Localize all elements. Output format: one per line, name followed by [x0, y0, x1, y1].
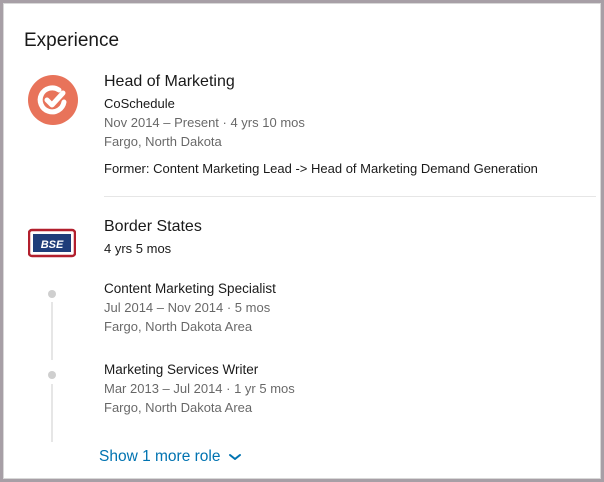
show-more-roles-button[interactable]: Show 1 more role [99, 448, 242, 466]
role-content-marketing-specialist[interactable]: Content Marketing Specialist Jul 2014 – … [104, 279, 276, 336]
role-dates: Mar 2013 – Jul 2014 · 1 yr 5 mos [104, 381, 295, 396]
section-title: Experience [24, 30, 120, 51]
timeline-connector [51, 384, 53, 442]
company-group-name[interactable]: Border States [104, 217, 202, 237]
company-name: CoSchedule [104, 96, 175, 111]
position-head-of-marketing[interactable]: Head of Marketing CoSchedule Nov 2014 – … [104, 72, 538, 178]
position-description: Former: Content Marketing Lead -> Head o… [104, 161, 538, 176]
chevron-down-icon [229, 454, 242, 460]
coschedule-logo-icon[interactable] [28, 75, 78, 125]
timeline-dot [48, 290, 56, 298]
company-group-border-states[interactable]: Border States 4 yrs 5 mos [104, 217, 202, 258]
role-dates: Jul 2014 – Nov 2014 · 5 mos [104, 300, 271, 315]
divider [104, 196, 596, 197]
timeline-connector [51, 302, 53, 360]
border-states-logo-icon[interactable]: BSE [28, 226, 76, 260]
role-title[interactable]: Marketing Services Writer [104, 360, 295, 379]
position-location: Fargo, North Dakota [104, 134, 222, 149]
position-dates: Nov 2014 – Present · 4 yrs 10 mos [104, 115, 305, 130]
position-title[interactable]: Head of Marketing [104, 72, 538, 92]
svg-text:BSE: BSE [41, 239, 64, 251]
role-location: Fargo, North Dakota Area [104, 319, 253, 334]
timeline-dot [48, 371, 56, 379]
role-title[interactable]: Content Marketing Specialist [104, 279, 276, 298]
company-group-duration: 4 yrs 5 mos [104, 241, 172, 256]
experience-card: Experience Head of Marketing CoSchedule … [3, 3, 601, 479]
role-marketing-services-writer[interactable]: Marketing Services Writer Mar 2013 – Jul… [104, 360, 295, 417]
show-more-label: Show 1 more role [99, 448, 221, 465]
role-location: Fargo, North Dakota Area [104, 400, 253, 415]
